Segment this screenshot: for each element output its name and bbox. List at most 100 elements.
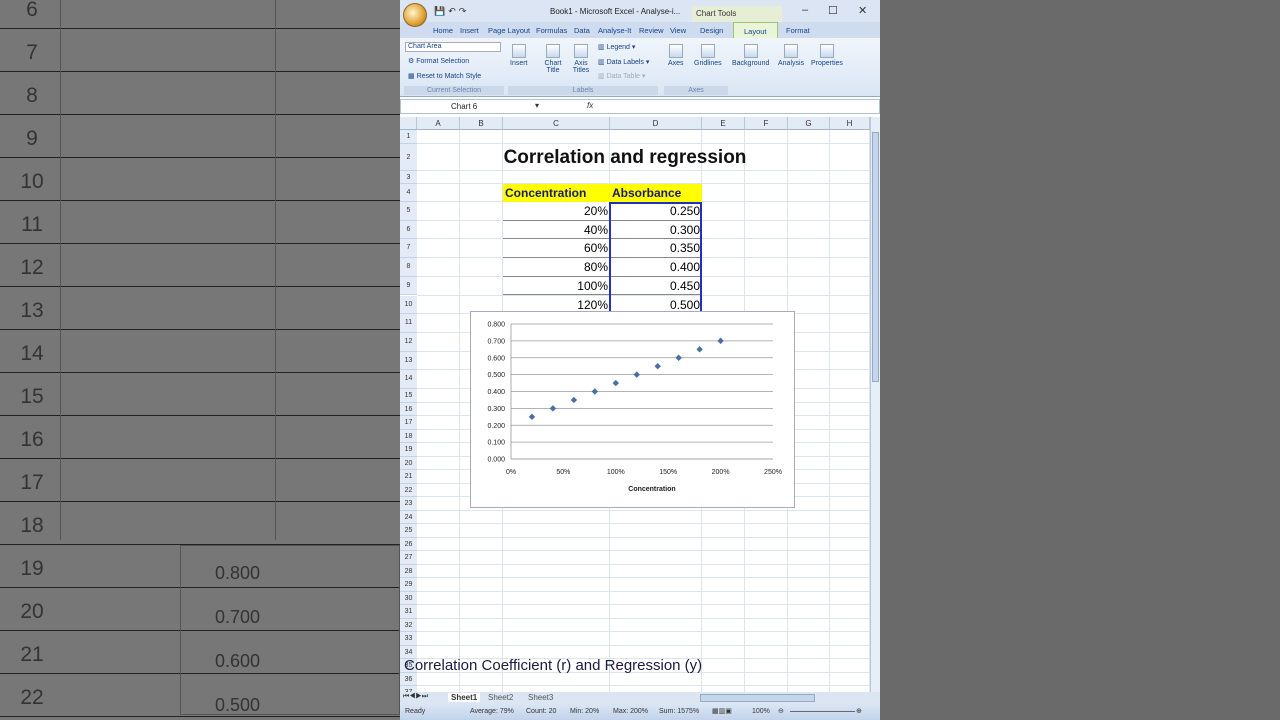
column-header[interactable]: F xyxy=(745,117,788,130)
gridlines-icon xyxy=(700,44,715,58)
vertical-scrollbar[interactable] xyxy=(870,117,880,692)
bg-chart-tick: 0.700 xyxy=(215,607,261,627)
row-header[interactable]: 28 xyxy=(400,564,417,578)
sheet-tab-sheet3[interactable]: Sheet3 xyxy=(528,693,553,702)
row-header[interactable]: 36 xyxy=(400,672,417,686)
row-header[interactable]: 1 xyxy=(400,130,417,144)
tab-insert[interactable]: Insert xyxy=(460,26,479,35)
column-header[interactable]: G xyxy=(788,117,830,130)
row-header[interactable]: 30 xyxy=(400,591,417,605)
scrollbar-thumb[interactable] xyxy=(872,132,879,382)
header-absorbance[interactable]: Absorbance xyxy=(610,184,702,202)
tab-home[interactable]: Home xyxy=(433,26,453,35)
axes-button[interactable]: Axes xyxy=(668,44,684,67)
tab-format[interactable]: Format xyxy=(786,26,810,35)
row-header[interactable]: 29 xyxy=(400,578,417,592)
row-header[interactable]: 32 xyxy=(400,618,417,632)
row-header[interactable]: 23 xyxy=(400,497,417,511)
row-header[interactable]: 19 xyxy=(400,443,417,457)
row-header[interactable]: 6 xyxy=(400,220,417,240)
row-header[interactable]: 33 xyxy=(400,632,417,646)
zoom-in-button[interactable]: ⊕ xyxy=(856,707,862,715)
concentration-cell[interactable]: 60% xyxy=(503,239,610,259)
axis-titles-button[interactable]: Axis Titles xyxy=(570,44,592,74)
tab-review[interactable]: Review xyxy=(639,26,664,35)
name-box[interactable]: Chart 6 xyxy=(401,100,546,113)
column-header[interactable]: B xyxy=(460,117,503,130)
close-button[interactable]: ✕ xyxy=(858,4,867,17)
analysis-button[interactable]: Analysis xyxy=(778,44,804,67)
tab-analyse-it[interactable]: Analyse-It xyxy=(598,26,631,35)
scatter-chart[interactable]: 0.000 0.100 0.200 0.300 0.400 0.500 0.600 0.700… xyxy=(470,311,795,508)
row-header[interactable]: 8 xyxy=(400,258,417,277)
row-header[interactable]: 2 xyxy=(400,143,417,171)
name-box-dropdown-icon[interactable]: ▾ xyxy=(535,101,539,110)
format-selection-button[interactable]: ⚙ Format Selection xyxy=(408,57,469,65)
formula-input[interactable] xyxy=(599,100,869,113)
view-buttons[interactable]: ▦▥▣ xyxy=(712,707,732,715)
column-header[interactable]: C xyxy=(503,117,610,130)
minimize-button[interactable]: – xyxy=(802,4,808,16)
row-header[interactable]: 7 xyxy=(400,239,417,259)
row-header[interactable]: 3 xyxy=(400,170,417,184)
sheet-tab-sheet2[interactable]: Sheet2 xyxy=(488,693,513,702)
office-button[interactable] xyxy=(403,3,427,27)
row-header[interactable]: 26 xyxy=(400,537,417,551)
background-button[interactable]: Background xyxy=(732,44,769,67)
data-labels-button[interactable]: ▥ Data Labels ▾ xyxy=(598,58,649,66)
sheet-tab-sheet1[interactable]: Sheet1 xyxy=(448,693,481,702)
row-header[interactable]: 20 xyxy=(400,456,417,470)
tab-formulas[interactable]: Formulas xyxy=(536,26,567,35)
data-table-button[interactable]: ▥ Data Table ▾ xyxy=(598,72,645,80)
concentration-cell[interactable]: 20% xyxy=(503,202,610,221)
row-header[interactable]: 25 xyxy=(400,524,417,538)
row-header[interactable]: 24 xyxy=(400,510,417,524)
row-header[interactable]: 18 xyxy=(400,429,417,443)
horizontal-scrollbar[interactable] xyxy=(700,694,815,702)
row-header[interactable]: 12 xyxy=(400,332,417,352)
concentration-cell[interactable]: 40% xyxy=(503,221,610,240)
row-header[interactable]: 11 xyxy=(400,314,417,333)
tab-page-layout[interactable]: Page Layout xyxy=(488,26,530,35)
properties-button[interactable]: Properties xyxy=(811,44,843,67)
row-header[interactable]: 21 xyxy=(400,470,417,484)
row-header[interactable]: 9 xyxy=(400,276,417,296)
concentration-cell[interactable]: 100% xyxy=(503,277,610,296)
reset-style-button[interactable]: ▦ Reset to Match Style xyxy=(408,72,481,80)
row-header[interactable]: 17 xyxy=(400,416,417,430)
header-concentration[interactable]: Concentration xyxy=(503,184,610,202)
row-header[interactable]: 5 xyxy=(400,202,417,221)
row-header[interactable]: 10 xyxy=(400,295,417,315)
row-header[interactable]: 13 xyxy=(400,351,417,371)
row-header[interactable]: 4 xyxy=(400,184,417,202)
quick-access-toolbar[interactable]: 💾↶↷ xyxy=(434,6,469,17)
legend-button[interactable]: ▥ Legend ▾ xyxy=(598,43,635,51)
zoom-slider[interactable] xyxy=(790,711,855,712)
insert-button[interactable]: Insert xyxy=(510,44,528,67)
maximize-button[interactable]: ☐ xyxy=(828,4,838,17)
tab-layout[interactable]: Layout xyxy=(733,22,778,38)
row-header[interactable]: 15 xyxy=(400,389,417,403)
chart-element-dropdown[interactable]: Chart Area xyxy=(405,42,501,52)
column-header[interactable]: E xyxy=(702,117,745,130)
row-header[interactable]: 27 xyxy=(400,551,417,565)
gridlines-button[interactable]: Gridlines xyxy=(694,44,722,67)
fx-button[interactable]: fx xyxy=(587,101,593,110)
chart-title-button[interactable]: Chart Title xyxy=(542,44,564,74)
row-header[interactable]: 22 xyxy=(400,483,417,497)
column-header[interactable]: H xyxy=(830,117,870,130)
sheet-nav-icon[interactable]: ⏮◀▶⏭ xyxy=(403,693,428,701)
column-header[interactable]: D xyxy=(610,117,702,130)
row-header[interactable]: 16 xyxy=(400,402,417,416)
zoom-level[interactable]: 100% xyxy=(752,708,770,715)
row-header[interactable]: 14 xyxy=(400,370,417,389)
concentration-cell[interactable]: 80% xyxy=(503,258,610,277)
row-header[interactable]: 31 xyxy=(400,605,417,619)
column-header[interactable]: A xyxy=(417,117,460,130)
zoom-out-button[interactable]: ⊖ xyxy=(778,707,784,715)
tab-view[interactable]: View xyxy=(670,26,686,35)
tab-design[interactable]: Design xyxy=(700,26,723,35)
tab-data[interactable]: Data xyxy=(574,26,590,35)
sheet-title[interactable]: Correlation and regression xyxy=(460,147,790,169)
select-all-corner[interactable] xyxy=(400,117,417,130)
